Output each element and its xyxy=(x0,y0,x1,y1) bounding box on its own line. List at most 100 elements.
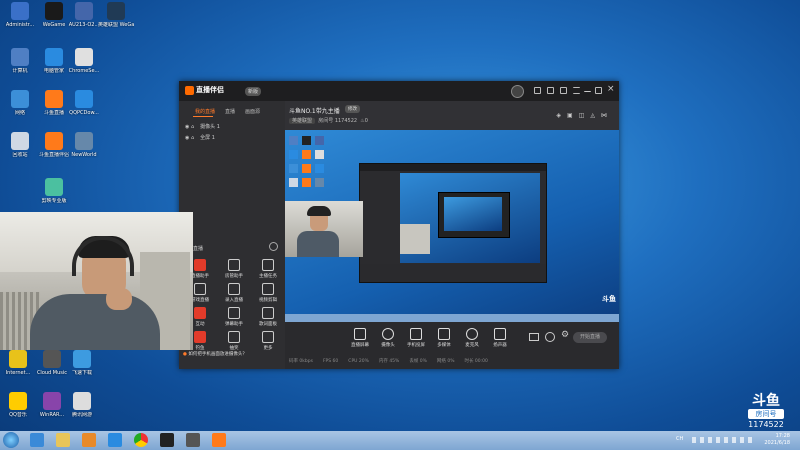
source-button-label: 麦克风 xyxy=(465,343,479,348)
tool-edit[interactable]: 视频剪辑 xyxy=(255,283,281,303)
avatar[interactable] xyxy=(511,85,524,98)
tool-user[interactable]: 房管助手 xyxy=(221,259,247,279)
eye-icon[interactable] xyxy=(545,332,555,342)
notice-text[interactable]: ● 如何把手机画面放进摄像头？ xyxy=(179,351,289,357)
chrome-icon[interactable] xyxy=(134,433,148,447)
gift-icon[interactable]: ◈ xyxy=(556,112,567,119)
settings-icon[interactable] xyxy=(560,87,567,94)
tab-my-live[interactable]: 我的直播 xyxy=(195,108,215,115)
app-icon xyxy=(11,132,29,150)
task-icon xyxy=(262,259,274,271)
fish-icon xyxy=(194,331,206,343)
version-badge[interactable]: 新版 xyxy=(245,87,262,96)
app-icon xyxy=(9,392,27,410)
desktop-icon[interactable]: Administr... xyxy=(2,2,38,28)
tray-icons[interactable] xyxy=(692,437,752,443)
app-icon xyxy=(43,392,61,410)
desktop-icon-label: AU213-O2... xyxy=(68,22,100,28)
explorer-icon[interactable] xyxy=(56,433,70,447)
tool-more[interactable]: 更多 xyxy=(255,331,281,351)
preview-webcam xyxy=(285,201,363,257)
minimize-icon[interactable] xyxy=(584,87,591,92)
lock-icon[interactable]: ⌂ xyxy=(191,135,194,141)
source-screen-button[interactable]: 直播屏幕 xyxy=(347,328,373,348)
clock[interactable]: 17:28 2021/6/18 xyxy=(764,433,790,447)
watermark-label: 房间号 xyxy=(748,409,784,419)
source-button-label: 手机投屏 xyxy=(407,343,425,348)
desktop-icon[interactable]: 飞速下载 xyxy=(64,350,100,376)
desktop-icon-label: QQPCDow... xyxy=(69,110,99,116)
tool-gift[interactable]: 抽奖 xyxy=(221,331,247,351)
maximize-icon[interactable] xyxy=(595,87,602,94)
lock-icon[interactable]: ⌂ xyxy=(191,124,194,130)
tool-label: 弹幕助手 xyxy=(225,322,243,327)
desktop-icon-label: 飞速下载 xyxy=(71,370,92,376)
tool-danmaku[interactable]: 弹幕助手 xyxy=(221,307,247,327)
app-icon[interactable] xyxy=(186,433,200,447)
webcam-overlay xyxy=(0,212,193,350)
edit-title-button[interactable]: 修改 xyxy=(345,105,360,113)
desktop-icon[interactable]: 剪映专业版 xyxy=(36,178,72,204)
app-icon xyxy=(45,132,63,150)
tool-download[interactable]: 录入直播 xyxy=(221,283,247,303)
room-toolbar: ◈▣◫◬⋈ xyxy=(556,112,613,119)
desktop-icon-label: 回收站 xyxy=(12,152,28,158)
collapse-icon[interactable] xyxy=(269,242,278,251)
desktop-icon[interactable]: 计算机 xyxy=(2,48,38,74)
media-player-icon[interactable] xyxy=(82,433,96,447)
feishu-icon[interactable] xyxy=(108,433,122,447)
tab-live[interactable]: 直播 xyxy=(225,108,235,115)
close-icon[interactable]: × xyxy=(607,84,615,94)
camera-icon xyxy=(382,328,394,340)
desktop-icon[interactable]: QQPCDow... xyxy=(66,90,102,116)
category-badge[interactable]: 英雄联盟 xyxy=(289,118,316,124)
record-icon[interactable] xyxy=(529,333,539,341)
scene-item[interactable]: ◉ ⌂ 全屏 1 xyxy=(185,134,215,141)
menu-icon[interactable] xyxy=(573,87,580,94)
tool-music[interactable]: 歌词面板 xyxy=(255,307,281,327)
stat-item: 丢帧 0% xyxy=(409,359,427,364)
desktop-icon[interactable]: ChromeSe... xyxy=(66,48,102,74)
tool-task[interactable]: 主播任务 xyxy=(255,259,281,279)
gear-icon[interactable]: ⚙ xyxy=(561,331,569,340)
share-icon[interactable]: ⋈ xyxy=(601,112,613,119)
app-icon xyxy=(75,2,93,20)
source-speaker-button[interactable]: 扬声器 xyxy=(487,328,513,348)
ie-icon[interactable] xyxy=(30,433,44,447)
stream-preview[interactable]: 斗鱼 xyxy=(285,130,619,322)
app-icon xyxy=(9,350,27,368)
desktop-icon[interactable]: QQ音乐 xyxy=(0,392,36,418)
bell-icon[interactable]: ◬ xyxy=(590,112,601,119)
desktop-icon[interactable]: Internet... xyxy=(0,350,36,376)
app-icon xyxy=(73,392,91,410)
source-camera-button[interactable]: 摄像头 xyxy=(375,328,401,348)
desktop-icon[interactable]: NewWorld xyxy=(66,132,102,158)
tool-label: 主播任务 xyxy=(259,274,277,279)
lang-indicator[interactable]: CH xyxy=(676,436,683,442)
room-title[interactable]: 斗鱼NO.1带九主播 xyxy=(289,106,340,115)
desktop-icon[interactable]: 回收站 xyxy=(2,132,38,158)
message-icon[interactable] xyxy=(547,87,554,94)
desktop-icon[interactable]: 英雄联盟 WeGame版 xyxy=(98,2,134,28)
app-icon xyxy=(43,350,61,368)
start-live-button[interactable]: 开始直播 xyxy=(573,332,607,343)
source-media-button[interactable]: 多媒体 xyxy=(431,328,457,348)
desktop-icon[interactable]: 腾讯网游 xyxy=(64,392,100,418)
danmaku-icon xyxy=(228,307,240,319)
source-mic-button[interactable]: 麦克风 xyxy=(459,328,485,348)
lock-icon[interactable]: ◫ xyxy=(579,112,591,119)
source-phone-button[interactable]: 手机投屏 xyxy=(403,328,429,348)
desktop-icon-label: 计算机 xyxy=(12,68,28,74)
wegame-icon[interactable] xyxy=(160,433,174,447)
clock-time: 17:28 xyxy=(775,433,790,439)
tab-sources[interactable]: 画面源 xyxy=(245,108,260,115)
bag-icon[interactable]: ▣ xyxy=(567,112,579,119)
scene-item[interactable]: ◉ ⌂ 摄像头 1 xyxy=(185,123,220,130)
desktop-icon[interactable]: AU213-O2... xyxy=(66,2,102,28)
douyu-taskbar-icon[interactable] xyxy=(212,433,226,447)
source-button-label: 多媒体 xyxy=(437,343,451,348)
start-button[interactable] xyxy=(3,432,19,448)
skin-icon[interactable] xyxy=(534,87,541,94)
desktop-icon[interactable]: 网络 xyxy=(2,90,38,116)
preview-watermark: 斗鱼 xyxy=(602,295,616,303)
